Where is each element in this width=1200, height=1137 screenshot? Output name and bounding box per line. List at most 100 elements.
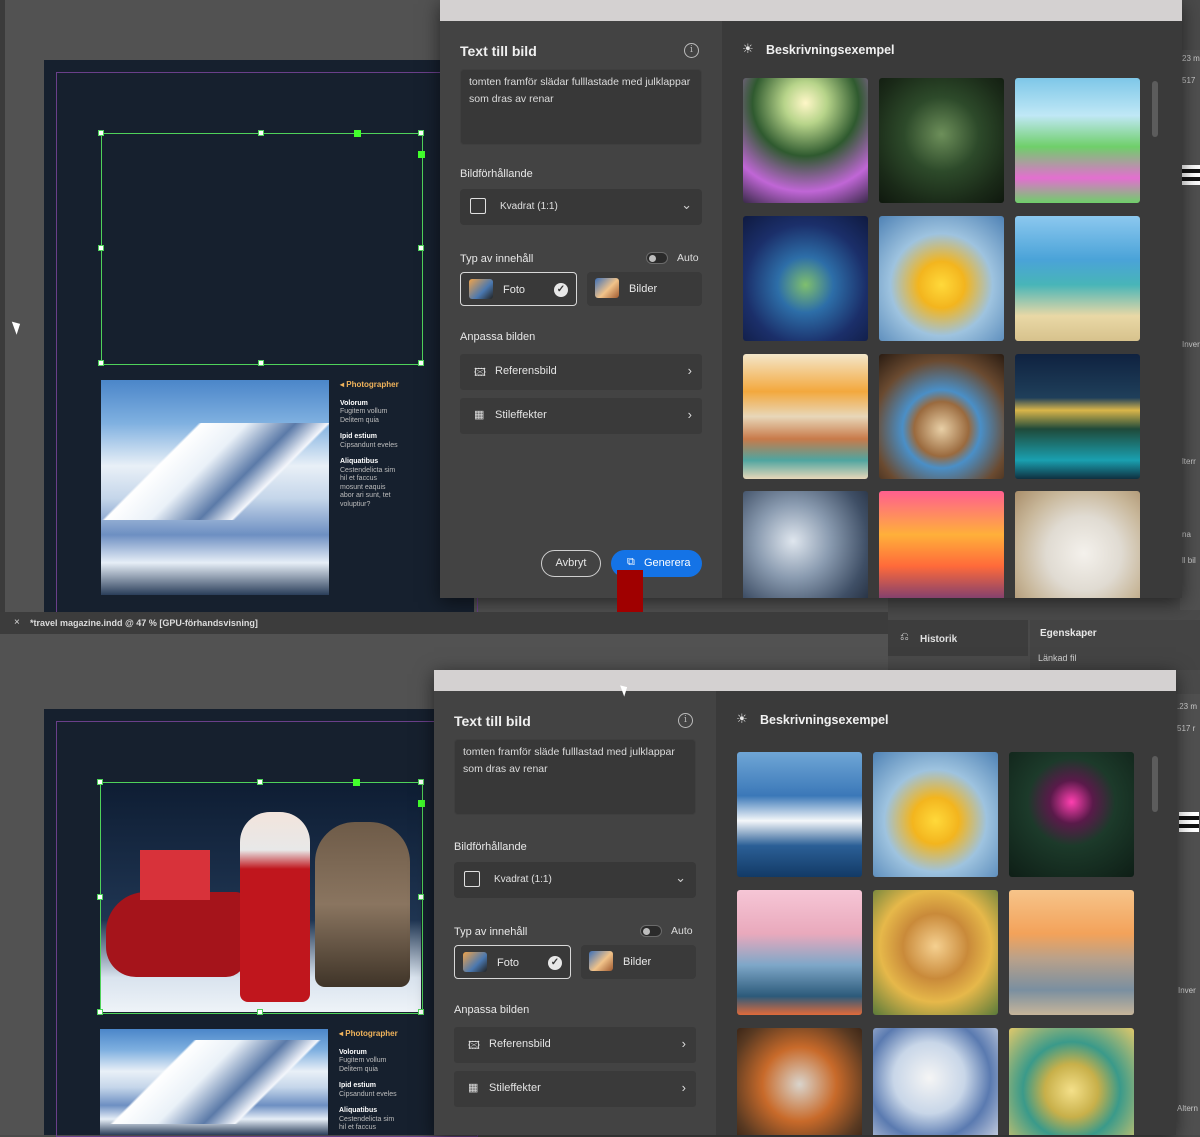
example-thumbnail[interactable]: [873, 890, 998, 1015]
handle[interactable]: [98, 245, 104, 251]
handle[interactable]: [97, 894, 103, 900]
handle[interactable]: [97, 779, 103, 785]
bottom-selected-frame[interactable]: [100, 782, 423, 1014]
handle[interactable]: [257, 779, 263, 785]
top-right-edge-panel: 23 m 517 Inver lterr na ll bil: [1180, 50, 1200, 610]
handle[interactable]: [257, 1009, 263, 1015]
reference-image-button[interactable]: 🖾 Referensbild ›: [454, 1027, 696, 1063]
article-line: hil et faccus: [340, 475, 377, 482]
example-thumbnail[interactable]: [737, 1028, 862, 1135]
square-aspect-icon: [470, 198, 486, 214]
example-thumbnail[interactable]: [743, 354, 868, 479]
example-thumbnail[interactable]: [879, 78, 1004, 203]
tab-close-icon[interactable]: ×: [14, 617, 20, 628]
top-selected-frame[interactable]: [101, 133, 423, 365]
checkmark-icon: ✓: [548, 956, 562, 970]
history-tab[interactable]: ⎌ Historik: [888, 620, 1028, 656]
handle[interactable]: [418, 151, 425, 158]
article-line: mosunt eaquis: [340, 483, 386, 491]
handle[interactable]: [418, 130, 424, 136]
edge-label: ll bil: [1182, 556, 1196, 565]
generate-icon: ⧉: [627, 556, 635, 568]
style-label: Stileffekter: [495, 409, 547, 421]
handle[interactable]: [418, 245, 424, 251]
example-thumbnail[interactable]: [1009, 890, 1134, 1015]
content-type-photo[interactable]: Foto ✓: [460, 272, 577, 306]
handle[interactable]: [258, 360, 264, 366]
style-effects-button[interactable]: ▦ Stileffekter ›: [454, 1071, 696, 1107]
article-line: Cestendelicta sim: [340, 466, 396, 474]
handle[interactable]: [98, 130, 104, 136]
handle[interactable]: [418, 894, 424, 900]
auto-toggle[interactable]: [646, 252, 668, 264]
history-label: Historik: [920, 634, 958, 645]
content-type-art[interactable]: Bilder: [581, 945, 696, 979]
chevron-right-icon: ›: [687, 363, 692, 378]
photo-thumb: [469, 279, 493, 299]
article-line: Cipsandunt eveles: [339, 1090, 397, 1098]
example-thumbnail[interactable]: [1015, 216, 1140, 341]
style-effects-button[interactable]: ▦ Stileffekter ›: [460, 398, 702, 434]
examples-scrollbar[interactable]: [1152, 81, 1158, 137]
edge-label: Inver: [1182, 340, 1200, 349]
example-thumbnail[interactable]: [879, 491, 1004, 598]
handle[interactable]: [98, 360, 104, 366]
examples-section: ☀ Beskrivningsexempel: [722, 21, 1182, 598]
example-thumbnail[interactable]: [743, 78, 868, 203]
handle[interactable]: [97, 1009, 103, 1015]
example-thumbnail[interactable]: [743, 216, 868, 341]
handle[interactable]: [418, 800, 425, 807]
content-type-photo[interactable]: Foto ✓: [454, 945, 571, 979]
reference-label: Referensbild: [495, 365, 557, 377]
aspect-value: Kvadrat (1:1): [500, 201, 558, 212]
example-thumbnail[interactable]: [873, 752, 998, 877]
article-line: voluptiur?: [340, 500, 371, 508]
prompt-input[interactable]: tomten framför släde fulllastad med julk…: [454, 739, 696, 815]
handle[interactable]: [418, 360, 424, 366]
example-thumbnail[interactable]: [737, 752, 862, 877]
aspect-ratio-select[interactable]: Kvadrat (1:1) ⌄: [454, 862, 696, 898]
handle[interactable]: [353, 779, 360, 786]
handle[interactable]: [418, 1009, 424, 1015]
example-thumbnail[interactable]: [743, 491, 868, 598]
art-label: Bilder: [629, 283, 658, 295]
info-icon[interactable]: i: [678, 713, 693, 728]
example-thumbnail[interactable]: [1009, 752, 1134, 877]
style-label: Stileffekter: [489, 1082, 541, 1094]
example-thumbnail[interactable]: [873, 1028, 998, 1135]
example-thumbnail[interactable]: [1009, 1028, 1134, 1135]
example-thumbnail[interactable]: [879, 354, 1004, 479]
edge-label: lterr: [1182, 457, 1196, 466]
examples-scrollbar[interactable]: [1152, 756, 1158, 812]
example-thumbnail[interactable]: [737, 890, 862, 1015]
aspect-ratio-select[interactable]: Kvadrat (1:1) ⌄: [460, 189, 702, 225]
adjust-label: Anpassa bilden: [454, 1004, 530, 1016]
properties-label: Egenskaper: [1040, 628, 1097, 639]
handle[interactable]: [418, 779, 424, 785]
auto-toggle[interactable]: [640, 925, 662, 937]
properties-tab[interactable]: Egenskaper Länkad fil: [1030, 620, 1200, 670]
example-thumbnail[interactable]: [1015, 491, 1140, 598]
bottom-text-to-image-panel: Text till bild i tomten framför släde fu…: [434, 670, 1176, 1135]
linked-file-label: Länkad fil: [1038, 653, 1077, 663]
bottom-mountain-photo[interactable]: [100, 1029, 328, 1135]
info-icon[interactable]: i: [684, 43, 699, 58]
cancel-button[interactable]: Avbryt: [541, 550, 601, 577]
document-tab[interactable]: *travel magazine.indd @ 47 % [GPU-förhan…: [30, 618, 258, 628]
aspect-value: Kvadrat (1:1): [494, 874, 552, 885]
example-thumbnail[interactable]: [1015, 354, 1140, 479]
generate-label: Generera: [644, 557, 691, 569]
prompt-input[interactable]: tomten framför slädar fulllastade med ju…: [460, 69, 702, 145]
edge-swatch: [1182, 165, 1200, 185]
chevron-right-icon: ›: [681, 1036, 686, 1051]
top-mountain-photo[interactable]: [101, 380, 329, 595]
handle[interactable]: [354, 130, 361, 137]
edge-label: 517: [1182, 76, 1196, 85]
example-thumbnail[interactable]: [1015, 78, 1140, 203]
reference-image-button[interactable]: 🖾 Referensbild ›: [460, 354, 702, 390]
content-type-art[interactable]: Bilder: [587, 272, 702, 306]
panel-title-bar: [434, 670, 1176, 691]
example-thumbnail[interactable]: [879, 216, 1004, 341]
handle[interactable]: [258, 130, 264, 136]
article-heading: Photographer: [346, 380, 399, 389]
